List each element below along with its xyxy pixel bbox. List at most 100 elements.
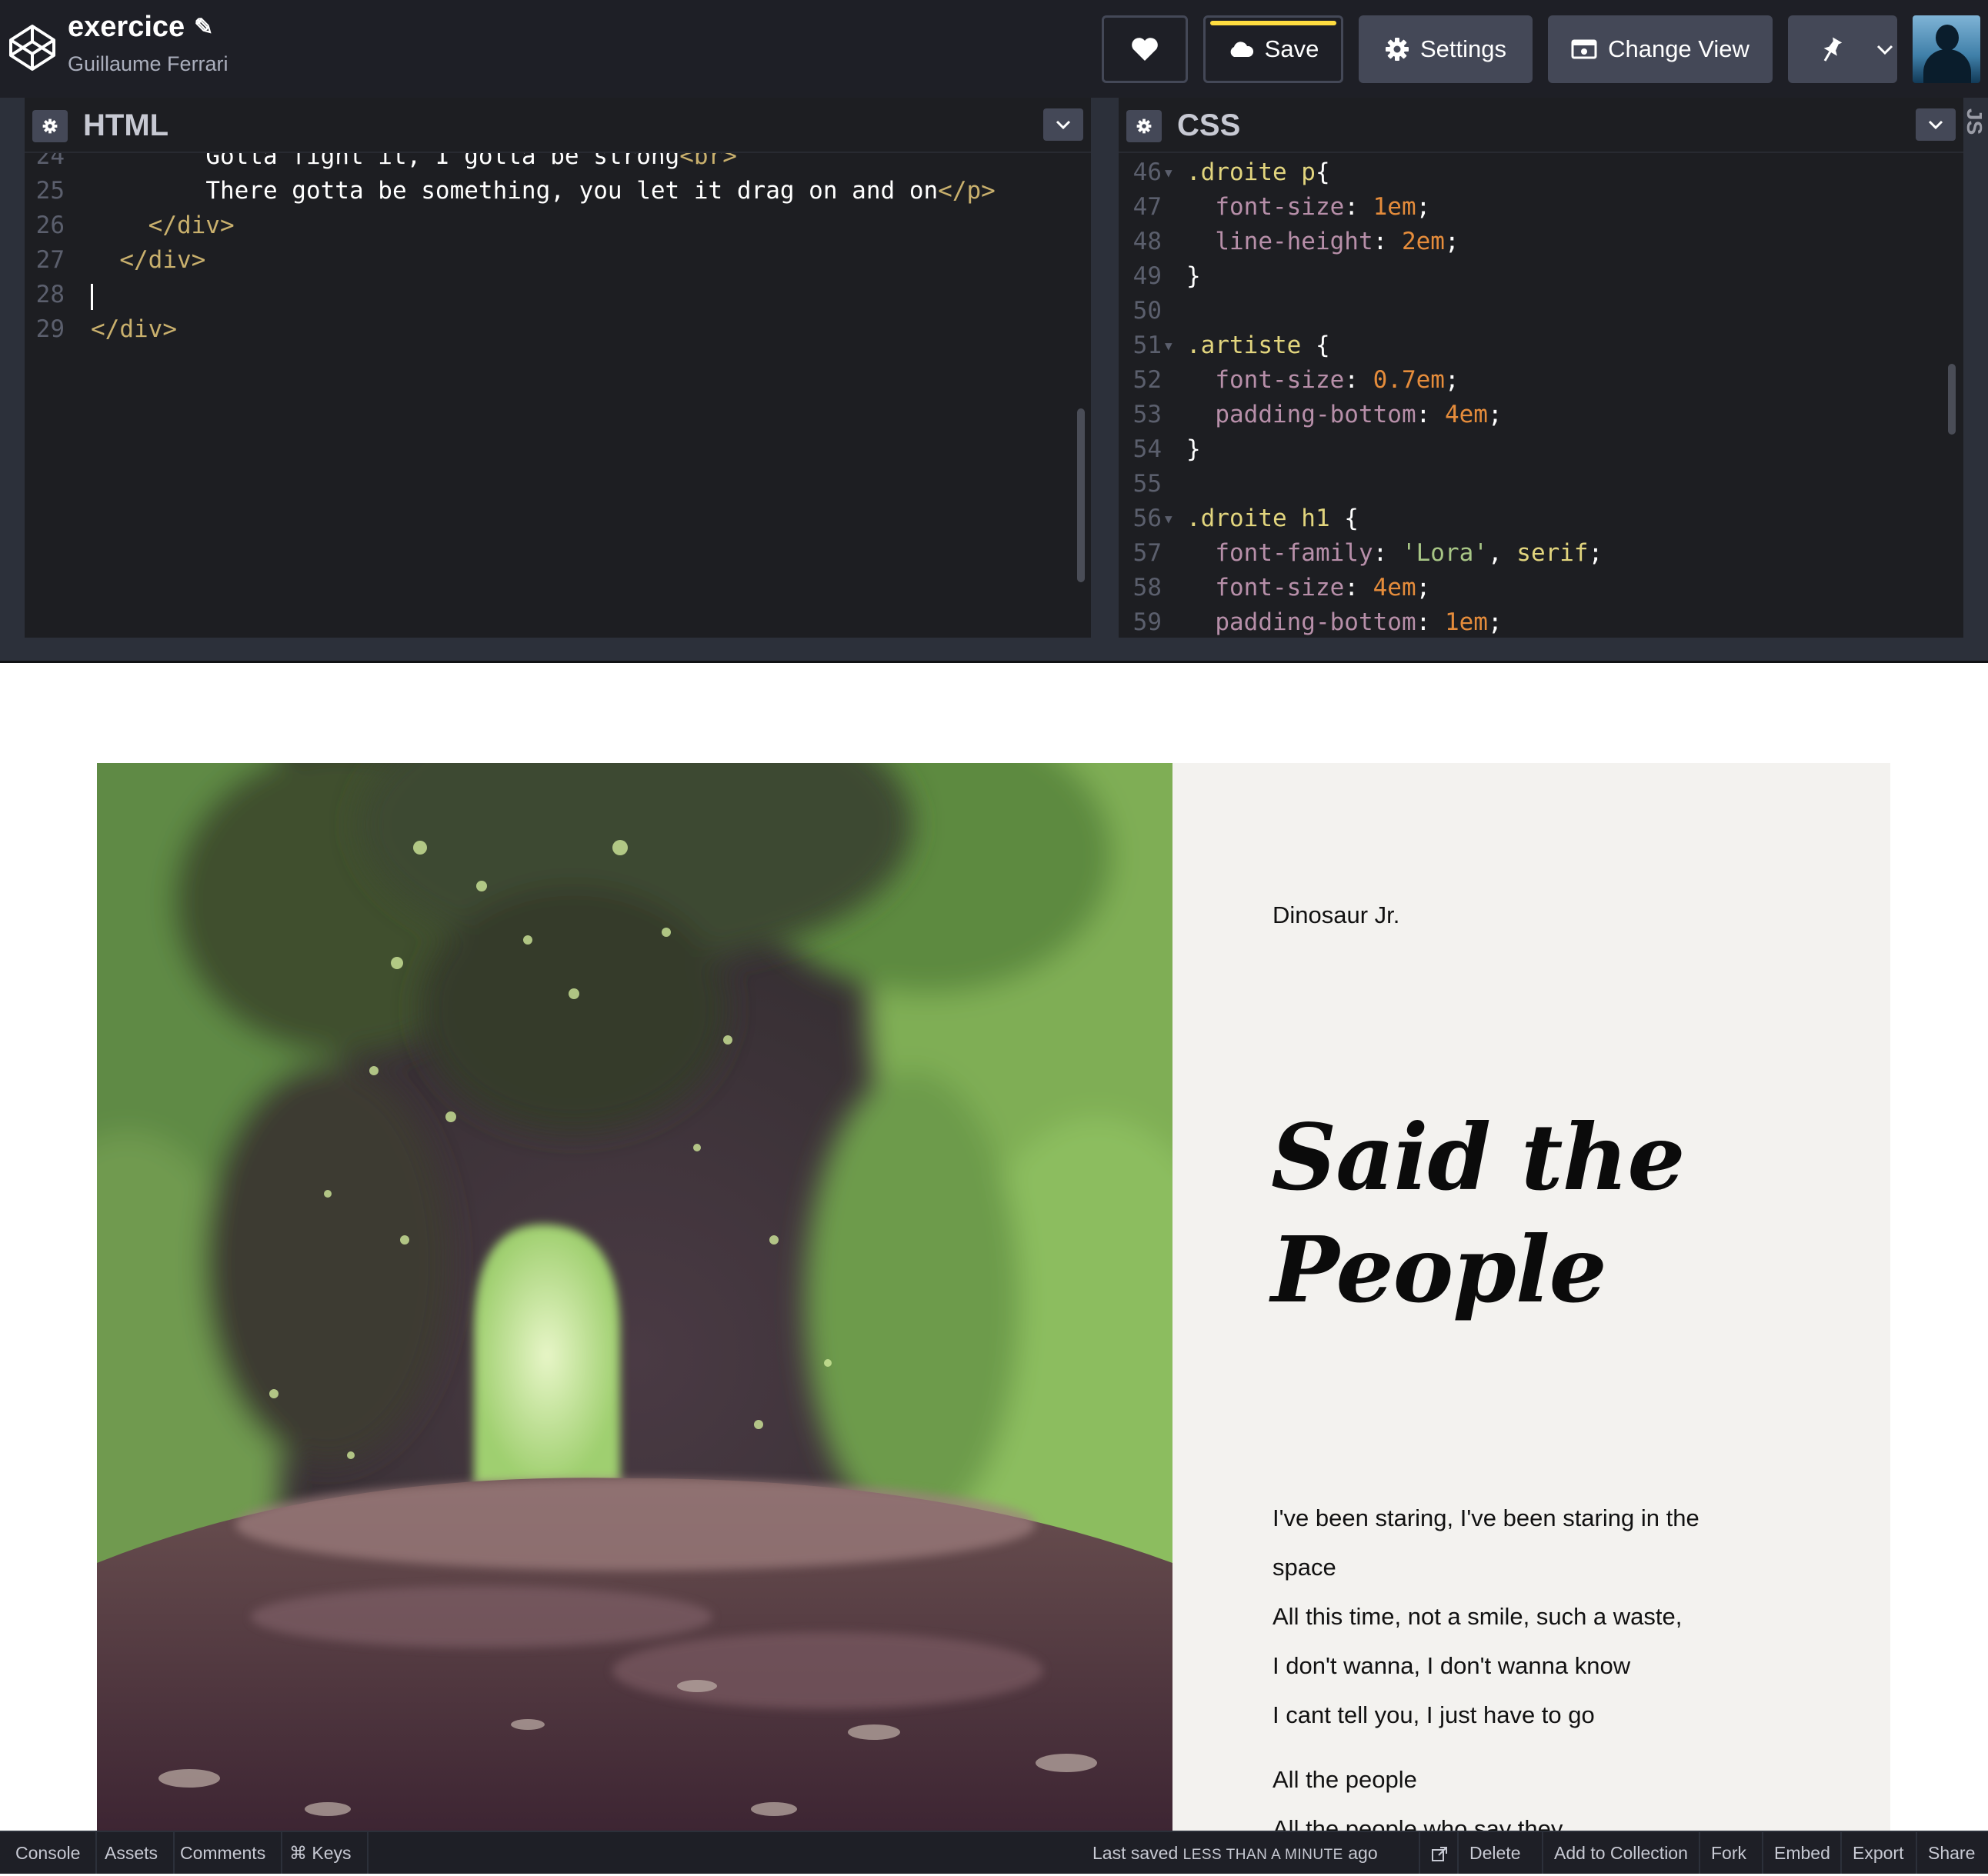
fold-arrow-icon[interactable]: ▼	[1165, 328, 1172, 363]
editor-area: HTML 24 Gotta fight it, I gotta be stron…	[0, 98, 1988, 663]
pin-button[interactable]	[1788, 15, 1897, 83]
css-settings-button[interactable]	[1126, 110, 1162, 142]
lyric-line: I've been staring, I've been staring in …	[1273, 1504, 1699, 1581]
console-button[interactable]: Console	[0, 1832, 98, 1874]
code-line[interactable]: 54}	[1119, 432, 1963, 467]
line-number: 50	[1132, 297, 1162, 325]
top-bar: exercice ✎ Guillaume Ferrari Save Settin…	[0, 0, 1988, 98]
gear-icon	[1385, 38, 1409, 61]
css-scrollbar[interactable]	[1948, 364, 1956, 435]
code-line[interactable]: 55	[1119, 467, 1963, 501]
html-editor-header: HTML	[25, 98, 1091, 153]
delete-button[interactable]: Delete	[1457, 1832, 1531, 1874]
assets-button[interactable]: Assets	[89, 1832, 175, 1874]
html-collapse-button[interactable]	[1043, 108, 1083, 141]
line-number: 51	[1132, 332, 1162, 359]
css-code-area[interactable]: 4546▼.droite p{47 font-size: 1em;48 line…	[1119, 153, 1963, 638]
line-number: 56	[1132, 505, 1162, 532]
artist-name: Dinosaur Jr.	[1273, 901, 1400, 928]
change-view-button[interactable]: Change View	[1548, 15, 1773, 83]
fold-arrow-icon[interactable]: ▼	[1165, 155, 1172, 190]
lyric-line: All this time, not a smile, such a waste…	[1273, 1603, 1683, 1630]
add-to-collection-button[interactable]: Add to Collection	[1542, 1832, 1699, 1874]
code-line[interactable]: 29 </div>	[25, 312, 1091, 347]
pin-icon	[1823, 37, 1842, 62]
preview-frame: Dinosaur Jr. Said the People I've been s…	[0, 663, 1988, 1831]
code-line[interactable]: 27 </div>	[25, 243, 1091, 278]
code-line[interactable]: 58 font-size: 4em;	[1119, 571, 1963, 605]
js-editor-collapsed[interactable]	[1963, 98, 1988, 638]
code-line[interactable]: 48 line-height: 2em;	[1119, 225, 1963, 259]
code-text: line-height: 2em;	[1215, 228, 1459, 255]
code-line[interactable]: 53 padding-bottom: 4em;	[1119, 398, 1963, 432]
save-label: Save	[1264, 35, 1319, 62]
love-button[interactable]	[1102, 15, 1188, 83]
last-saved-when: LESS THAN A MINUTE	[1182, 1847, 1343, 1863]
line-number: 48	[1132, 228, 1162, 255]
comments-button[interactable]: Comments	[165, 1832, 283, 1874]
code-line[interactable]: 56 ▼ .droite h1 {	[1119, 501, 1963, 536]
code-text: .droite p{	[1186, 158, 1330, 186]
codepen-logo-icon[interactable]	[8, 23, 57, 72]
code-text: </div>	[119, 246, 206, 274]
code-line[interactable]: 46 ▼ .droite p{	[1119, 155, 1963, 190]
line-number: 26	[35, 212, 65, 239]
code-line[interactable]: 24 Gotta fight it, I gotta be strong<br>	[25, 153, 1091, 174]
change-view-label: Change View	[1608, 35, 1750, 62]
avatar[interactable]	[1913, 15, 1980, 83]
css-editor[interactable]: CSS 4546▼.droite p{47 font-size: 1em;48 …	[1119, 98, 1963, 638]
share-button[interactable]: Share	[1916, 1832, 1986, 1874]
code-line[interactable]: 59 padding-bottom: 1em;	[1119, 605, 1963, 638]
html-editor-title: HTML	[83, 108, 169, 142]
pen-title-text[interactable]: exercice	[68, 11, 185, 44]
code-line[interactable]: 57 font-family: 'Lora', serif;	[1119, 536, 1963, 571]
html-settings-button[interactable]	[32, 110, 68, 142]
settings-label: Settings	[1419, 35, 1506, 62]
bottom-bar: Console Assets Comments ⌘ Keys Last save…	[0, 1831, 1988, 1874]
line-number: 58	[1132, 574, 1162, 601]
code-text: Gotta fight it, I gotta be strong<br>	[205, 153, 737, 170]
line-number: 49	[1132, 262, 1162, 290]
code-text: There gotta be something, you let it dra…	[205, 177, 996, 205]
settings-button[interactable]: Settings	[1359, 15, 1533, 83]
css-editor-header: CSS	[1119, 98, 1963, 153]
line-number: 57	[1132, 539, 1162, 567]
html-scrollbar[interactable]	[1077, 408, 1085, 582]
html-code-area[interactable]: 24 Gotta fight it, I gotta be strong<br>…	[25, 153, 1091, 638]
export-button[interactable]: Export	[1840, 1832, 1914, 1874]
code-line[interactable]: 49}	[1119, 259, 1963, 294]
open-external-button[interactable]	[1419, 1832, 1457, 1874]
chevron-down-icon[interactable]	[1874, 34, 1896, 65]
code-text: .droite h1 {	[1186, 505, 1359, 532]
js-editor-title[interactable]: JS	[1962, 108, 1986, 135]
code-line[interactable]: 50	[1119, 294, 1963, 328]
author-name[interactable]: Guillaume Ferrari	[68, 52, 228, 76]
pen-title[interactable]: exercice ✎	[68, 11, 213, 44]
forest-path-image	[97, 763, 1172, 1831]
code-text: font-size: 4em;	[1215, 574, 1431, 601]
save-button[interactable]: Save	[1203, 15, 1343, 83]
fork-button[interactable]: Fork	[1699, 1832, 1757, 1874]
lyric-line: I don't wanna, I don't wanna know	[1273, 1652, 1631, 1679]
embed-button[interactable]: Embed	[1762, 1832, 1841, 1874]
code-text: font-family: 'Lora', serif;	[1215, 539, 1603, 567]
line-number: 46	[1132, 158, 1162, 186]
code-line[interactable]: 47 font-size: 1em;	[1119, 190, 1963, 225]
html-editor[interactable]: HTML 24 Gotta fight it, I gotta be stron…	[25, 98, 1091, 638]
code-line[interactable]: 26 </div>	[25, 208, 1091, 243]
line-number: 55	[1132, 470, 1162, 498]
line-number: 29	[35, 315, 65, 343]
code-line[interactable]: 25 There gotta be something, you let it …	[25, 174, 1091, 208]
css-editor-title: CSS	[1177, 108, 1241, 142]
code-line[interactable]: 51 ▼ .artiste {	[1119, 328, 1963, 363]
keys-button[interactable]: ⌘ Keys	[274, 1832, 369, 1874]
css-collapse-button[interactable]	[1916, 108, 1956, 141]
code-line[interactable]: 28	[25, 278, 1091, 312]
fold-arrow-icon[interactable]: ▼	[1165, 501, 1172, 536]
avatar-head	[1936, 25, 1959, 51]
view-icon	[1571, 39, 1597, 59]
editor-resize-handle[interactable]	[0, 638, 1988, 663]
gear-icon	[1136, 118, 1152, 134]
pencil-icon[interactable]: ✎	[194, 14, 213, 41]
code-line[interactable]: 52 font-size: 0.7em;	[1119, 363, 1963, 398]
